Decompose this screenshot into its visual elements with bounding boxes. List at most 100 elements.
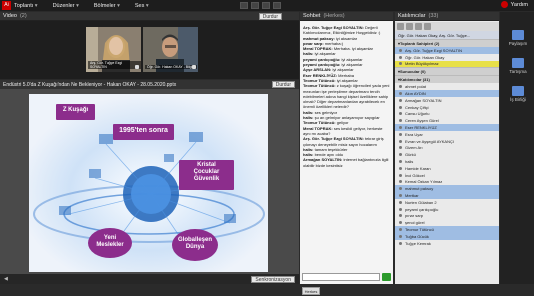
attendees-pod-header: Katılımcılar (33)	[395, 12, 499, 21]
help-menu[interactable]: Yardım	[500, 1, 528, 8]
menu-audio[interactable]: Ses	[135, 3, 149, 9]
presenter-row[interactable]: Öğr. Gör. Hakan Okay, Arş. Gör. Tuğçe...	[395, 31, 499, 39]
video-pod-title: Video	[3, 13, 17, 19]
chat-sender: halis:	[303, 146, 314, 152]
status-icons	[240, 2, 281, 9]
send-icon[interactable]	[382, 273, 391, 281]
camera-icon[interactable]	[262, 2, 270, 9]
menu-meeting[interactable]: Toplantı	[14, 3, 38, 9]
help-label: Yardım	[510, 1, 528, 8]
attendee-toolbar	[395, 22, 499, 31]
participant-row[interactable]: halis	[395, 158, 499, 165]
camera-icon[interactable]	[415, 23, 422, 30]
video-count: (2)	[19, 13, 27, 19]
chat-pod: Sohbet (Herkes) Arş. Gör. Tuğçe Ezgi SOY…	[300, 12, 393, 295]
attendee-count: (33)	[428, 13, 439, 19]
mic-icon	[192, 65, 196, 69]
layout-discussion-label: Tartışma	[509, 69, 527, 74]
chat-sender: Eser RENKLİYÜZ:	[303, 72, 338, 78]
chat-pod-header: Sohbet (Herkes)	[300, 12, 393, 21]
mic-icon[interactable]	[251, 2, 259, 9]
hosts-section[interactable]: Toplantı Sahipleri (2)	[395, 39, 499, 47]
host-row[interactable]: Arş. Gör. Tuğçe Ezgi SOYALTIN	[395, 47, 499, 54]
participant-row[interactable]: Esra Uyar	[395, 131, 499, 138]
participant-row[interactable]: Armağan SOYALTIN	[395, 97, 499, 104]
participant-row[interactable]: peyami çarıkçıoğlu	[395, 206, 499, 213]
menu-layouts[interactable]: Düzenler	[53, 3, 79, 9]
presentation-slide: Z Kuşağı 1995'ten sonra Kristal Çocuklar…	[29, 94, 268, 272]
chat-sender: halis:	[303, 152, 314, 158]
chat-tab-everyone[interactable]: Herkes	[302, 287, 320, 295]
host-row[interactable]: Metin Büyükyılmaz	[395, 60, 499, 68]
layout-discussion[interactable]: Tartışma	[506, 58, 530, 74]
presenters-section[interactable]: Sunucular (0)	[395, 67, 499, 76]
chat-text: iyi aksamlar	[335, 35, 358, 41]
participant-row[interactable]: Tuğçe Kemrak	[395, 240, 499, 247]
chat-text: Merhaba. iyi akşamlar	[333, 46, 373, 52]
participant-row[interactable]: şenol gürel	[395, 219, 499, 226]
participant-row[interactable]: mahmut paksoy	[395, 185, 499, 193]
chat-message: Arş. Gör. Tuğçe Ezgi SOYALTIN: tekrar gi…	[303, 136, 390, 147]
webcam-label-2: Öğr. Gör. Hakan OKAY - Bilgi...	[145, 65, 198, 69]
participant-row[interactable]: Eser RENKLİYÜZ	[395, 124, 499, 131]
video-stop-button[interactable]: Durdur	[258, 12, 282, 20]
participant-row[interactable]: Gizem Arı	[395, 145, 499, 152]
slide-label-z-generation: Z Kuşağı	[62, 107, 89, 113]
participant-row[interactable]: Akın AYDIN	[395, 90, 499, 97]
participant-row[interactable]: Gürkü	[395, 151, 499, 158]
webcam-label-1: Arş. Gör. Tuğçe Ezgi SOYALTIN	[88, 61, 141, 69]
chat-text: iyi akşamlar	[314, 51, 336, 57]
slide-label-crystal-children: Kristal Çocuklar Güvenlik	[193, 162, 220, 182]
chat-message: Teomur Tütüncü: z kuşağı öğrencileri yad…	[303, 83, 390, 109]
participant-row[interactable]: Mertkar	[395, 192, 499, 199]
layout-share[interactable]: Paylaşım	[506, 30, 530, 46]
layout-share-label: Paylaşım	[508, 41, 528, 46]
attendee-list: Öğr. Gör. Hakan Okay, Arş. Gör. Tuğçe...…	[395, 22, 499, 284]
chat-message: Armağan SOYALTIN: internet bağlantınızla…	[303, 157, 390, 168]
video-area: Arş. Gör. Tuğçe Ezgi SOYALTIN Öğr. Gör. …	[0, 21, 299, 79]
menu-pods[interactable]: Bölmeler	[94, 3, 120, 9]
chat-input[interactable]	[302, 273, 380, 281]
participant-row[interactable]: Nurten Gülaban 2	[395, 199, 499, 206]
chat-sender: pınar sarp:	[303, 40, 324, 46]
chat-text: iyi akşamlar	[341, 56, 363, 62]
chat-sender: peyami çarıkçıoğlu:	[303, 56, 341, 62]
layout-collaboration[interactable]: İş Birliği	[506, 86, 530, 102]
participant-row[interactable]: Tuğba Gücük	[395, 232, 499, 240]
slide-label-new-jobs: Yeni Meslekler	[96, 235, 124, 248]
help-icon	[500, 1, 508, 8]
chat-sender: Armağan SOYALTIN:	[303, 157, 343, 163]
status-icon[interactable]	[397, 23, 404, 30]
participants-section[interactable]: Katılımcılar (31)	[395, 75, 499, 84]
share-stop-button[interactable]: Durdur	[271, 81, 295, 88]
chat-sender: halis:	[303, 51, 314, 57]
participant-row[interactable]: ahmet polat	[395, 83, 499, 90]
chat-text: ses gelmiyor	[314, 109, 338, 115]
mic-icon[interactable]	[406, 23, 413, 30]
participant-row[interactable]: Teomur Tütüncü	[395, 226, 499, 233]
participant-row[interactable]: Evran ve Ayşegül AYKANÇI	[395, 138, 499, 145]
chat-text: Merhaba	[338, 72, 354, 78]
video-pod-header: Video (2) Durdur	[0, 12, 299, 21]
participant-row[interactable]: Cansu Uğurlu	[395, 111, 499, 118]
sync-button[interactable]: Senkronizasyon	[251, 275, 295, 283]
chat-text: merhaba:)	[324, 40, 344, 46]
raise-hand-icon[interactable]	[273, 2, 281, 9]
participant-row[interactable]: Cenkay Çiftçi	[395, 104, 499, 111]
chat-text: bende aynı oldu	[314, 152, 344, 158]
speaker-icon[interactable]	[240, 2, 248, 9]
host-row[interactable]: Öğr. Gör. Hakan Okay	[395, 54, 499, 61]
menu-icon[interactable]	[424, 23, 431, 30]
slide-nav-icon[interactable]: ◀	[4, 276, 8, 282]
participant-row[interactable]: Ceren Ayşen Gürel	[395, 117, 499, 124]
chat-sender: peyami çarıkçıoğlu:	[303, 62, 341, 68]
webcam-feed-1[interactable]: Arş. Gör. Tuğçe Ezgi SOYALTIN	[86, 27, 141, 72]
participant-row[interactable]: İnci Gökcel	[395, 172, 499, 179]
discussion-layout-icon	[512, 58, 524, 68]
webcam-feed-2[interactable]: Öğr. Gör. Hakan OKAY - Bilgi...	[143, 27, 198, 72]
participant-row[interactable]: pınar sarp	[395, 213, 499, 220]
chat-sender: Meral TOPRAK:	[303, 46, 333, 52]
participant-row[interactable]: Kemal Özkan Yılmaz	[395, 179, 499, 186]
share-pod-header: Endüstri 5.0'da Z Kuşağı'ndan Ne Bekleni…	[0, 80, 299, 89]
participant-row[interactable]: Hamide Karan	[395, 165, 499, 172]
